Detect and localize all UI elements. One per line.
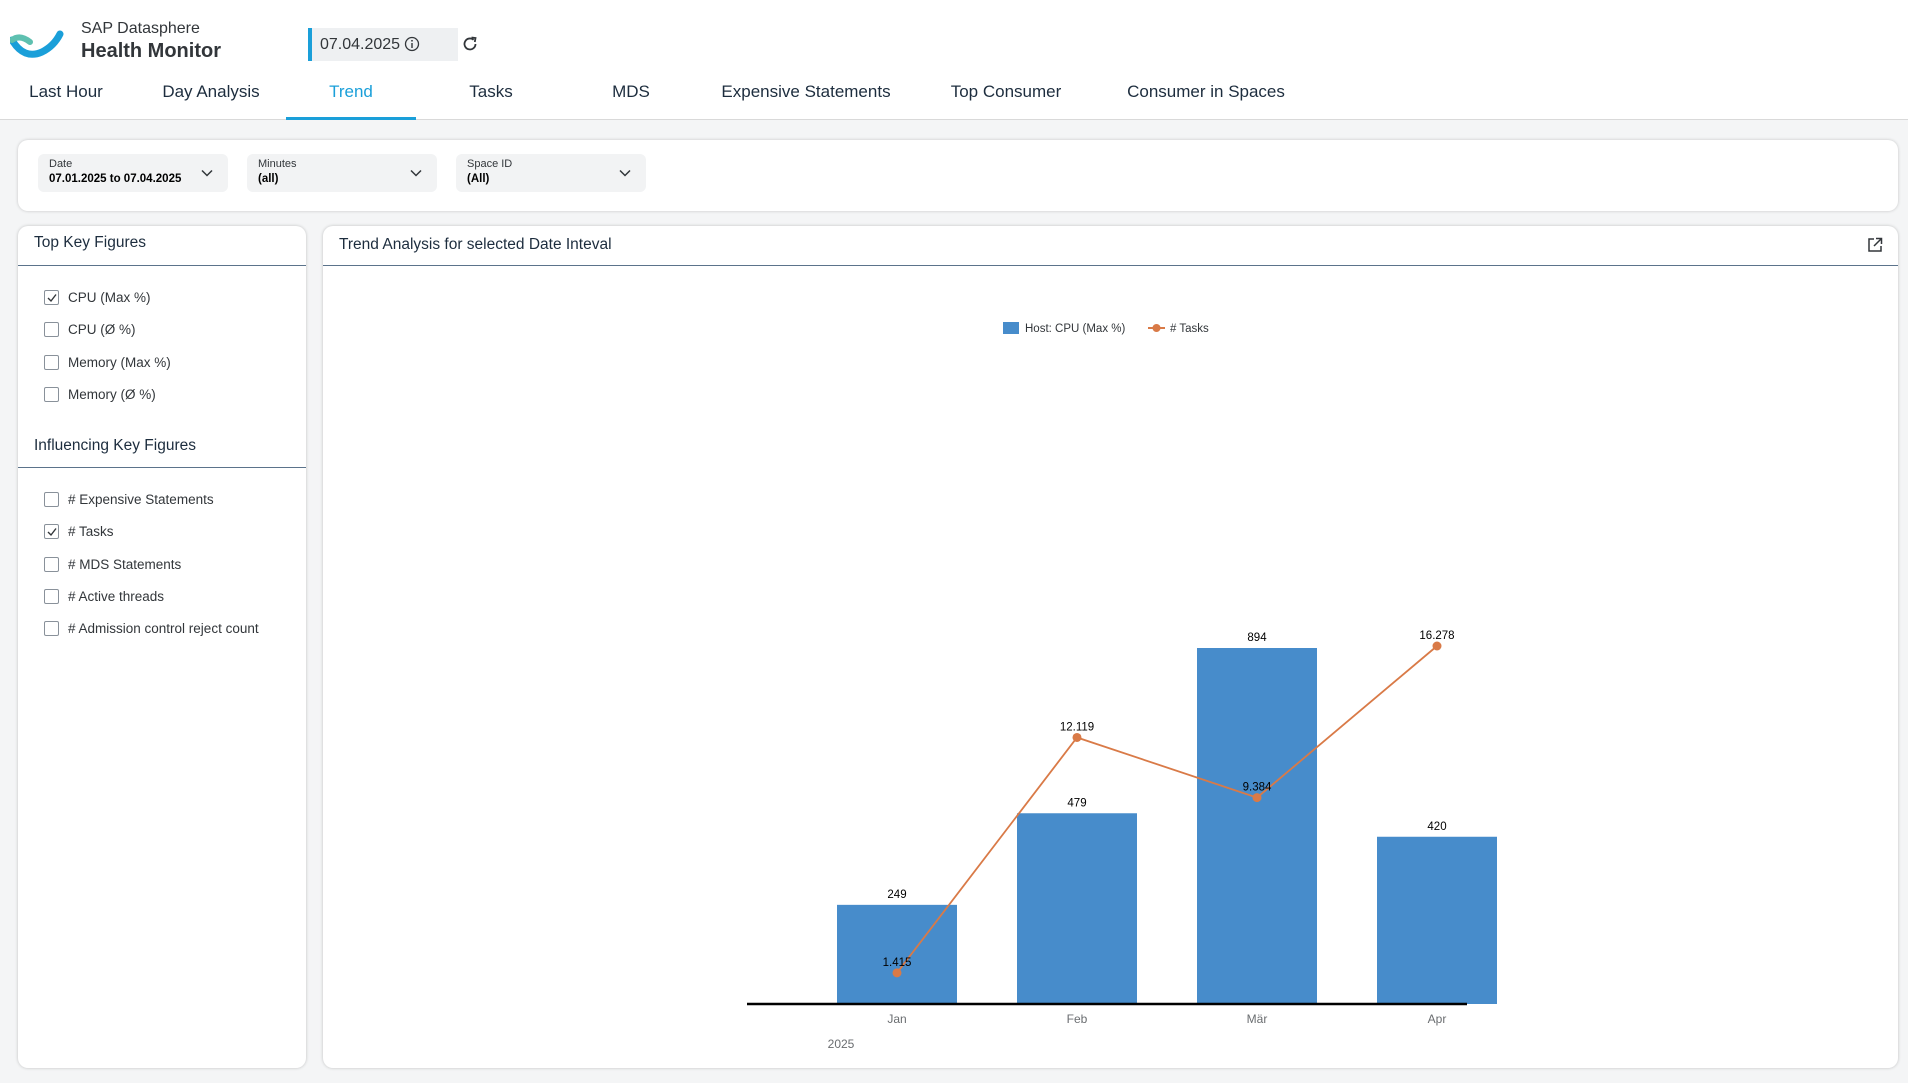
checkbox-unchecked[interactable]	[44, 621, 59, 637]
line-data-label: 9.384	[1243, 782, 1272, 794]
checkbox-unchecked[interactable]	[44, 492, 59, 507]
tab-consumer-in-spaces[interactable]: Consumer in Spaces	[1124, 82, 1288, 120]
checkmark-icon	[47, 294, 57, 303]
shell-header: SAP Datasphere Health Monitor 07.04.2025…	[0, 0, 1908, 120]
x-tick-label: Apr	[1428, 1012, 1447, 1026]
chart-title: Trend Analysis for selected Date Inteval	[339, 236, 612, 253]
chevron-down-icon	[201, 169, 213, 177]
filter-bar: Date 07.01.2025 to 07.04.2025 Minutes (a…	[18, 140, 1898, 211]
tasks-series-line	[896, 645, 1438, 974]
bar-cpu-max	[1017, 813, 1137, 1004]
legend-line-label: # Tasks	[1170, 323, 1209, 335]
space-id-filter[interactable]: Space ID (All)	[456, 154, 646, 192]
tasks-point	[1252, 793, 1262, 803]
chevron-down-icon	[619, 169, 631, 177]
tasks-point	[1432, 641, 1442, 651]
legend-bar-swatch	[1003, 322, 1019, 334]
filter-label: Date	[49, 158, 73, 170]
influencing-key-figures-header: Influencing Key Figures	[18, 426, 306, 468]
tab-trend[interactable]: Trend	[286, 82, 416, 120]
chevron-down-icon	[410, 169, 422, 177]
checkbox-label: # MDS Statements	[68, 556, 182, 572]
checkbox-label: # Expensive Statements	[68, 492, 214, 507]
x-axis-year-label: 2025	[828, 1037, 855, 1051]
checkbox-checked[interactable]	[44, 290, 59, 305]
top-key-figures-header: Top Key Figures	[18, 226, 306, 266]
line-data-label: 16.278	[1419, 630, 1454, 642]
section-title: Influencing Key Figures	[34, 437, 196, 454]
minutes-filter[interactable]: Minutes (all)	[247, 154, 437, 192]
export-icon[interactable]	[1866, 236, 1884, 254]
tab-top-consumer[interactable]: Top Consumer	[946, 82, 1066, 120]
trend-chart-panel: Trend Analysis for selected Date Inteval…	[323, 226, 1898, 1068]
chart-panel-header: Trend Analysis for selected Date Inteval	[323, 226, 1898, 266]
info-icon[interactable]	[404, 36, 420, 52]
filter-label: Space ID	[467, 158, 513, 170]
checkbox-label: # Tasks	[68, 524, 114, 540]
bar-data-label: 894	[1247, 632, 1267, 644]
date-filter[interactable]: Date 07.01.2025 to 07.04.2025	[38, 154, 228, 192]
trend-chart: Host: CPU (Max %) # Tasks 249 Jan 479 Feb 894 M…	[747, 322, 1497, 1051]
filter-value: (all)	[258, 173, 279, 185]
tab-day-analysis[interactable]: Day Analysis	[158, 82, 264, 120]
filter-value: 07.01.2025 to 07.04.2025	[49, 173, 182, 185]
checkbox-unchecked[interactable]	[44, 322, 59, 338]
checkbox-unchecked[interactable]	[44, 556, 59, 572]
legend-line-marker	[1152, 324, 1161, 332]
checkbox-unchecked[interactable]	[44, 386, 59, 402]
brand-subtitle: SAP Datasphere	[81, 20, 200, 37]
app-title: Health Monitor	[81, 40, 221, 62]
x-tick-label: Jan	[887, 1012, 906, 1026]
key-figures-panel: Top Key Figures CPU (Max %) CPU (Ø %) Memo…	[18, 226, 306, 1068]
date-input-value: 07.04.2025	[320, 36, 401, 53]
checkbox-label: CPU (Max %)	[68, 290, 151, 305]
filter-value: (All)	[467, 173, 490, 185]
bar-cpu-max	[837, 904, 957, 1004]
bar-cpu-max	[1197, 648, 1317, 1004]
bar-cpu-max	[1377, 836, 1497, 1004]
checkbox-unchecked[interactable]	[44, 354, 59, 370]
bar-data-label: 249	[887, 889, 906, 901]
tab-bar: Last Hour Day Analysis Trend Tasks MDS E…	[0, 82, 1908, 120]
checkbox-label: Memory (Ø %)	[68, 386, 156, 402]
line-data-label: 12.119	[1060, 721, 1094, 733]
tab-expensive-statements[interactable]: Expensive Statements	[716, 82, 896, 120]
tasks-point	[892, 968, 902, 978]
bar-data-label: 420	[1427, 821, 1446, 833]
tasks-point	[1072, 732, 1082, 742]
tab-mds[interactable]: MDS	[594, 82, 668, 120]
bar-data-label: 479	[1067, 797, 1086, 809]
checkbox-checked[interactable]	[44, 524, 59, 540]
sap-datasphere-logo-icon	[10, 30, 64, 58]
checkbox-label: # Active threads	[68, 588, 165, 604]
tab-tasks[interactable]: Tasks	[455, 82, 527, 120]
filter-label: Minutes	[258, 158, 297, 170]
checkbox-unchecked[interactable]	[44, 588, 59, 604]
section-title: Top Key Figures	[34, 234, 146, 251]
checkbox-label: CPU (Ø %)	[68, 322, 136, 338]
tab-last-hour[interactable]: Last Hour	[22, 82, 110, 120]
x-tick-label: Mär	[1247, 1012, 1268, 1026]
line-data-label: 1.415	[883, 957, 912, 969]
legend-bar-label: Host: CPU (Max %)	[1025, 323, 1125, 335]
date-input[interactable]: 07.04.2025	[308, 28, 458, 61]
checkmark-icon	[47, 528, 57, 537]
checkbox-label: # Admission control reject count	[68, 621, 259, 637]
x-tick-label: Feb	[1067, 1012, 1088, 1026]
refresh-icon[interactable]	[460, 34, 480, 54]
checkbox-label: Memory (Max %)	[68, 354, 171, 370]
